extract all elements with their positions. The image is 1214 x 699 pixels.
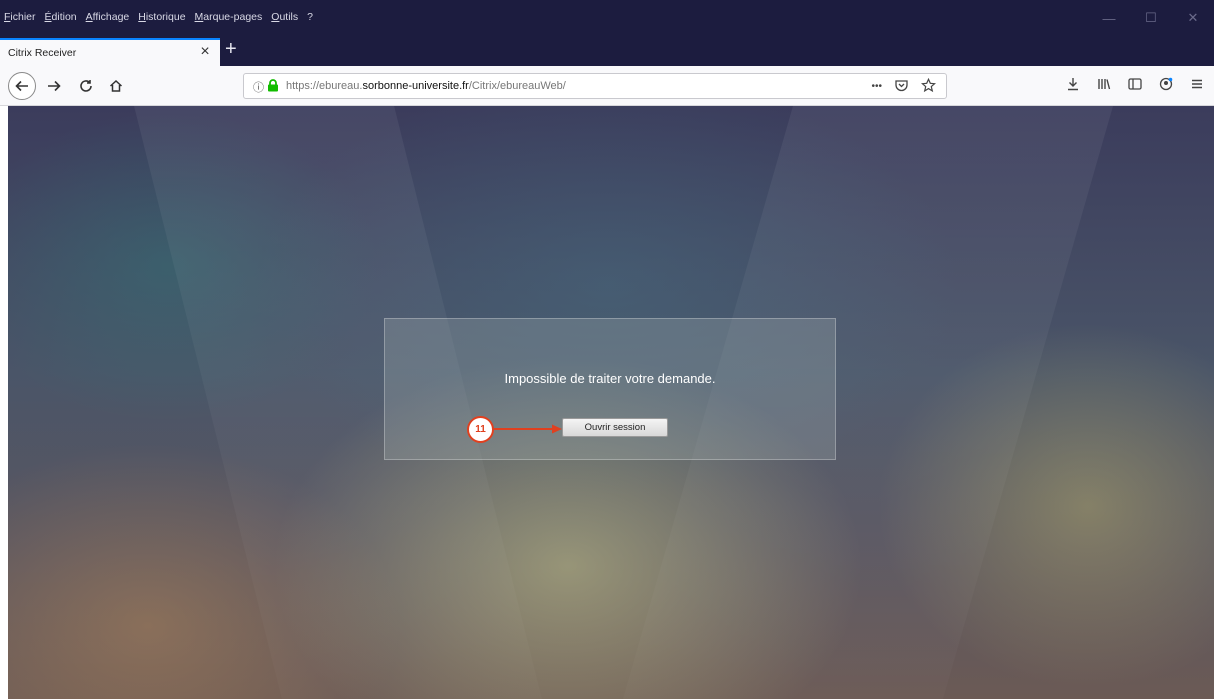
tab-strip: Citrix Receiver ×: [0, 36, 1214, 66]
star-icon[interactable]: [921, 78, 936, 93]
account-icon[interactable]: [1159, 77, 1173, 91]
back-button[interactable]: [8, 72, 36, 100]
menu-help[interactable]: ?: [307, 11, 313, 23]
reload-icon: [80, 80, 92, 92]
new-tab-button[interactable]: +: [225, 38, 237, 60]
back-arrow-icon: [15, 80, 28, 92]
tab-citrix-receiver[interactable]: Citrix Receiver ×: [0, 38, 220, 66]
menu: Fichier Édition Affichage Historique Mar…: [4, 11, 313, 23]
error-dialog: Impossible de traiter votre demande. 11 …: [384, 318, 836, 460]
reload-button[interactable]: [74, 74, 98, 98]
download-icon[interactable]: [1066, 77, 1080, 91]
page-content: Impossible de traiter votre demande. 11 …: [8, 106, 1214, 699]
annotation-arrow-icon: [494, 424, 562, 434]
url-domain: sorbonne-universite.fr: [362, 80, 469, 92]
close-window-button[interactable]: ✕: [1172, 0, 1214, 36]
forward-button[interactable]: [42, 74, 66, 98]
menu-historique[interactable]: Historique: [138, 11, 185, 23]
info-icon[interactable]: ⓘ: [253, 79, 264, 95]
step-annotation-badge: 11: [467, 416, 494, 443]
pocket-icon[interactable]: [894, 78, 909, 93]
open-session-button[interactable]: Ouvrir session: [562, 418, 668, 437]
sidebar-icon[interactable]: [1128, 77, 1142, 91]
url-prefix: https://ebureau.: [286, 80, 363, 92]
url-text[interactable]: https://ebureau.sorbonne-universite.fr/C…: [286, 80, 566, 92]
maximize-button[interactable]: ☐: [1130, 0, 1172, 36]
hamburger-menu-icon[interactable]: [1190, 77, 1204, 91]
tab-title: Citrix Receiver: [8, 47, 77, 59]
menu-outils[interactable]: Outils: [271, 11, 298, 23]
menu-affichage[interactable]: Affichage: [86, 11, 130, 23]
url-actions: •••: [871, 78, 936, 96]
menu-edition[interactable]: Édition: [45, 11, 77, 23]
forward-arrow-icon: [48, 80, 61, 92]
menu-bar: Fichier Édition Affichage Historique Mar…: [0, 0, 1214, 36]
window-controls: — ☐ ✕: [1088, 0, 1214, 36]
menu-fichier[interactable]: Fichier: [4, 11, 36, 23]
library-icon[interactable]: [1097, 77, 1111, 91]
lock-icon: [268, 79, 278, 92]
error-message: Impossible de traiter votre demande.: [504, 371, 716, 386]
nav-bar: ⓘ https://ebureau.sorbonne-universite.fr…: [0, 66, 1214, 106]
menu-marque-pages[interactable]: Marque-pages: [195, 11, 263, 23]
minimize-button[interactable]: —: [1088, 0, 1130, 36]
toolbar-right: [1066, 77, 1204, 91]
url-bar[interactable]: ⓘ https://ebureau.sorbonne-universite.fr…: [243, 73, 947, 99]
url-path: /Citrix/ebureauWeb/: [468, 80, 566, 92]
home-button[interactable]: [104, 74, 128, 98]
more-actions-icon[interactable]: •••: [871, 78, 882, 96]
tab-close-button[interactable]: ×: [197, 43, 213, 61]
home-icon: [109, 79, 123, 92]
